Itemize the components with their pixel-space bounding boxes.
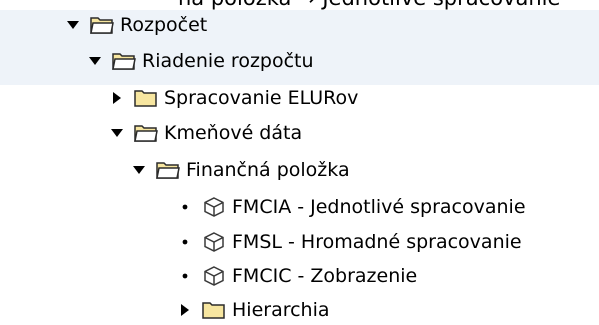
collapsed-arrow-icon[interactable]	[176, 295, 194, 325]
tree-node-spracovanie-elurov[interactable]: Spracovanie ELURov	[108, 83, 358, 113]
expanded-arrow-icon[interactable]	[86, 46, 104, 76]
leaf-bullet-icon	[176, 227, 194, 257]
tree-node-kmenove-data[interactable]: Kmeňové dáta	[108, 118, 302, 148]
folder-icon	[132, 83, 160, 113]
tree-node-label: Hierarchia	[232, 299, 330, 321]
transaction-cube-icon	[200, 261, 228, 291]
tree-node-label: FMCIA - Jednotlivé spracovanie	[232, 196, 526, 218]
folder-icon	[200, 295, 228, 325]
tree-node-label: Spracovanie ELURov	[164, 87, 359, 109]
folder-open-icon	[154, 155, 182, 185]
tree-node-label: Rozpočet	[120, 14, 208, 36]
expanded-arrow-icon[interactable]	[130, 155, 148, 185]
transaction-cube-icon	[200, 227, 228, 257]
folder-open-icon	[88, 10, 116, 40]
leaf-bullet-icon	[176, 261, 194, 291]
tree-node-rozpocet[interactable]: Rozpočet	[64, 10, 207, 40]
expanded-arrow-icon[interactable]	[64, 10, 82, 40]
tree-node-label: FMCIC - Zobrazenie	[232, 265, 418, 287]
tree-node-hierarchia[interactable]: Hierarchia	[176, 295, 330, 325]
tree-node-label: Riadenie rozpočtu	[142, 50, 314, 72]
tree-node-riadenie-rozpoctu[interactable]: Riadenie rozpočtu	[86, 46, 314, 76]
folder-open-icon	[132, 118, 160, 148]
tree-node-label: Finančná položka	[186, 159, 350, 181]
collapsed-arrow-icon[interactable]	[108, 83, 126, 113]
transaction-cube-icon	[200, 192, 228, 222]
folder-open-icon	[110, 46, 138, 76]
tree-node-label: FMSL - Hromadné spracovanie	[232, 231, 522, 253]
tree-node-fmcic[interactable]: FMCIC - Zobrazenie	[176, 261, 417, 291]
tree-node-label: Kmeňové dáta	[164, 122, 303, 144]
leaf-bullet-icon	[176, 192, 194, 222]
tree-node-fmsl[interactable]: FMSL - Hromadné spracovanie	[176, 227, 522, 257]
tree-node-financna-polozka[interactable]: Finančná položka	[130, 155, 350, 185]
tree-node-fmcia[interactable]: FMCIA - Jednotlivé spracovanie	[176, 192, 526, 222]
navigation-tree: Rozpočet Riadenie rozpočtu Spracovanie E…	[0, 0, 599, 324]
expanded-arrow-icon[interactable]	[108, 118, 126, 148]
